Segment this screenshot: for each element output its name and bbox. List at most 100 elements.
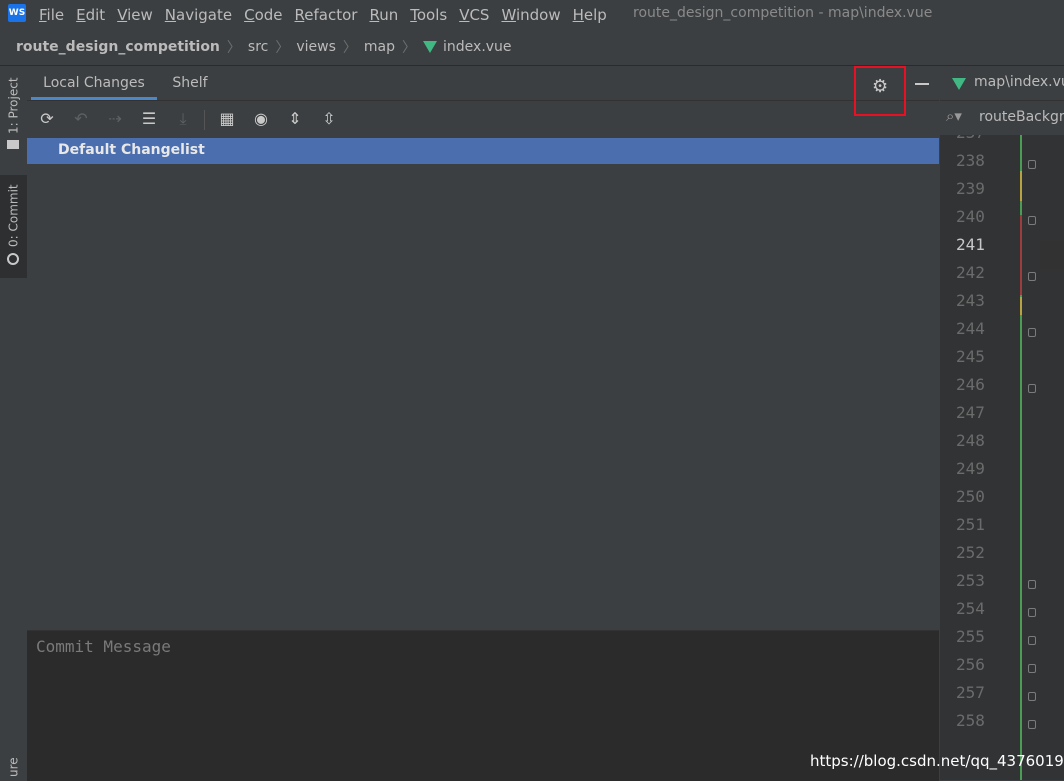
minimize-button[interactable] [915, 83, 929, 85]
commit-panel: Local Changes Shelf ⚙ ⟳ ↶ ⇢ ☰ ⤓ ▦ ◉ ⇕ ⇳ … [27, 66, 939, 781]
vcs-modified-marker[interactable] [1020, 297, 1022, 315]
breadcrumb-map[interactable]: map [364, 39, 395, 55]
search-icon: ⌕▾ [946, 107, 962, 125]
fold-marker-icon[interactable] [1028, 216, 1036, 225]
fold-marker-icon[interactable] [1028, 272, 1036, 281]
tool-tab-structure[interactable]: ure [0, 755, 27, 780]
fold-marker-icon[interactable] [1028, 328, 1036, 337]
line-number[interactable]: 253 [956, 571, 996, 590]
line-number[interactable]: 257 [956, 683, 996, 702]
line-number[interactable]: 246 [956, 375, 996, 394]
changelist-label: Default Changelist [58, 142, 205, 158]
tab-shelf[interactable]: Shelf [170, 67, 210, 100]
tool-tab-project[interactable]: 1: Project [0, 70, 27, 160]
toolbar-divider [204, 110, 205, 130]
vue-file-icon [423, 41, 438, 53]
line-number[interactable]: 238 [956, 151, 996, 170]
line-number[interactable]: 240 [956, 207, 996, 226]
fold-marker-icon[interactable] [1028, 692, 1036, 701]
breadcrumb-src[interactable]: src [248, 39, 268, 55]
commit-message-placeholder: Commit Message [36, 637, 171, 656]
fold-marker-icon[interactable] [1028, 636, 1036, 645]
line-number[interactable]: 256 [956, 655, 996, 674]
breadcrumb-file[interactable]: index.vue [443, 39, 512, 55]
fold-marker-icon[interactable] [1028, 608, 1036, 617]
tool-tab-project-label: 1: Project [6, 77, 21, 134]
show-diff-icon[interactable]: ☰ [139, 109, 159, 129]
menu-vcs[interactable]: VCS [459, 6, 489, 24]
line-number[interactable]: 252 [956, 543, 996, 562]
editor-tab-label: map\index.vue [974, 74, 1064, 90]
fold-marker-icon[interactable] [1028, 720, 1036, 729]
tool-tab-commit-label: 0: Commit [6, 184, 21, 247]
changelist-row[interactable]: Default Changelist [27, 138, 939, 164]
chevron-right-icon: 〉 [402, 40, 417, 56]
group-by-icon[interactable]: ▦ [217, 109, 237, 129]
editor-tab[interactable]: map\index.vue [940, 67, 1064, 101]
commit-panel-tabs: Local Changes Shelf ⚙ [27, 66, 939, 116]
menu-refactor[interactable]: Refactor [295, 6, 358, 24]
tool-tab-commit[interactable]: 0: Commit [0, 175, 27, 278]
move-to-changelist-icon[interactable]: ⇢ [105, 109, 125, 129]
menu-edit[interactable]: Edit [76, 6, 105, 24]
commit-icon [7, 252, 20, 265]
gear-icon: ⚙ [872, 76, 889, 97]
line-number[interactable]: 248 [956, 431, 996, 450]
view-options-eye-icon[interactable]: ◉ [251, 109, 271, 129]
changes-tree[interactable] [27, 164, 939, 630]
expand-all-icon[interactable]: ⇕ [285, 109, 305, 129]
commit-message-input[interactable]: Commit Message [27, 630, 939, 781]
menu-tools[interactable]: Tools [410, 6, 447, 24]
watermark: https://blog.csdn.net/qq_43760194 [810, 752, 1064, 770]
line-number[interactable]: 245 [956, 347, 996, 366]
menu-help[interactable]: Help [573, 6, 607, 24]
line-number[interactable]: 251 [956, 515, 996, 534]
fold-marker-icon[interactable] [1028, 664, 1036, 673]
chevron-right-icon: 〉 [226, 40, 241, 56]
tab-local-changes[interactable]: Local Changes [31, 67, 157, 100]
menu-code[interactable]: Code [244, 6, 282, 24]
line-number[interactable]: 237 [956, 135, 996, 142]
refresh-icon[interactable]: ⟳ [37, 109, 57, 129]
line-number[interactable]: 255 [956, 627, 996, 646]
breadcrumb-project[interactable]: route_design_competition [16, 39, 220, 55]
fold-marker-icon[interactable] [1028, 580, 1036, 589]
line-number[interactable]: 244 [956, 319, 996, 338]
collapse-all-icon[interactable]: ⇳ [319, 109, 339, 129]
menu-run[interactable]: Run [369, 6, 398, 24]
line-number[interactable]: 242 [956, 263, 996, 282]
window-title: route_design_competition - map\index.vue [633, 5, 933, 21]
fold-marker-icon[interactable] [1028, 160, 1036, 169]
line-number[interactable]: 249 [956, 459, 996, 478]
menu-file[interactable]: File [39, 6, 64, 24]
line-number[interactable]: 243 [956, 291, 996, 310]
fold-marker-icon[interactable] [1028, 384, 1036, 393]
menu-view[interactable]: View [117, 6, 153, 24]
vcs-changed-marker[interactable] [1020, 215, 1022, 295]
current-line-highlight [1040, 241, 1064, 269]
vue-file-icon [952, 78, 966, 90]
line-number[interactable]: 241 [956, 235, 996, 254]
menu-navigate[interactable]: Navigate [165, 6, 232, 24]
search-input[interactable]: routeBackgro [979, 109, 1064, 125]
chevron-right-icon: 〉 [342, 40, 357, 56]
folder-icon [7, 139, 20, 149]
editor-gutter: 237 238 239 240 241 242 243 244 245 246 247 248 249 2… [940, 135, 1064, 780]
line-number[interactable]: 254 [956, 599, 996, 618]
line-number[interactable]: 239 [956, 179, 996, 198]
left-tool-strip: 1: Project 0: Commit ure [0, 67, 28, 780]
breadcrumb: route_design_competition 〉 src 〉 views 〉… [0, 29, 1064, 66]
shelve-icon[interactable]: ⤓ [173, 109, 193, 129]
editor-search-bar[interactable]: ⌕▾ routeBackgro [940, 101, 1064, 136]
changes-toolbar: ⟳ ↶ ⇢ ☰ ⤓ ▦ ◉ ⇕ ⇳ [27, 101, 939, 139]
line-number[interactable]: 247 [956, 403, 996, 422]
rollback-icon[interactable]: ↶ [71, 109, 91, 129]
breadcrumb-views[interactable]: views [296, 39, 336, 55]
line-number[interactable]: 258 [956, 711, 996, 730]
vcs-modified-marker[interactable] [1020, 171, 1022, 201]
line-number[interactable]: 250 [956, 487, 996, 506]
menu-window[interactable]: Window [501, 6, 560, 24]
webstorm-logo-icon: WS [8, 4, 26, 22]
chevron-right-icon: 〉 [275, 40, 290, 56]
menu-bar: WS File Edit View Navigate Code Refactor… [0, 0, 1064, 29]
